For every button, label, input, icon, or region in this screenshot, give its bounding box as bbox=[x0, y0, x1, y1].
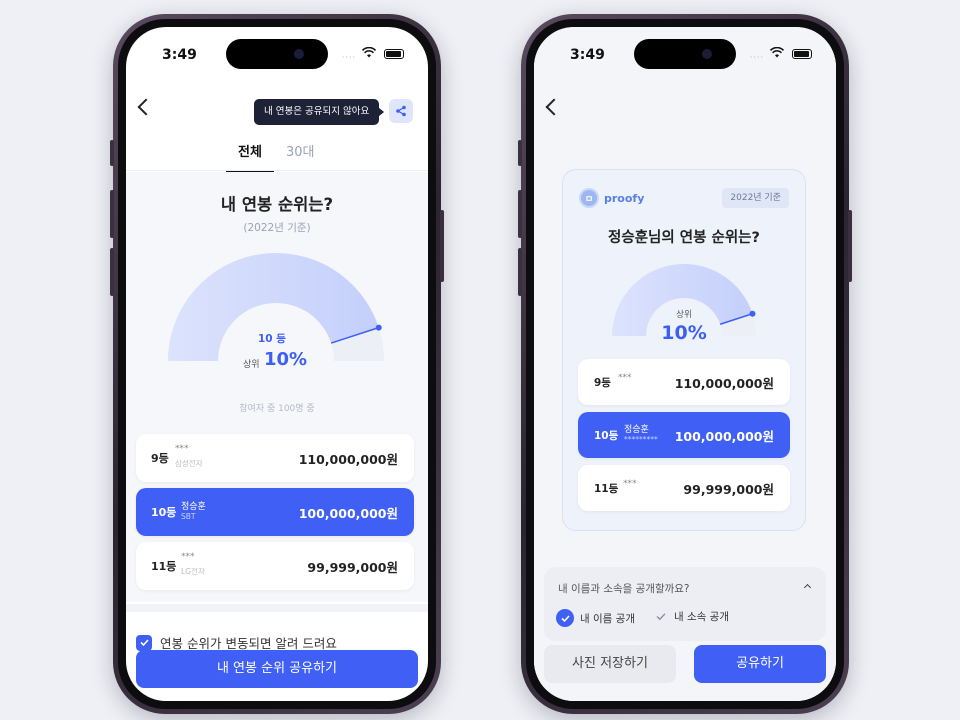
tab-30s[interactable]: 30대 bbox=[286, 141, 315, 160]
rank-name: 정승훈 bbox=[181, 502, 206, 512]
rank-amount: 99,999,000원 bbox=[683, 482, 774, 497]
status-bar: 3:49 ···· bbox=[534, 27, 836, 75]
rank-row-10: 10등 정승훈 ********* 100,000,000원 bbox=[578, 412, 790, 458]
tab-bar: 전체 30대 bbox=[126, 135, 428, 173]
share-card-preview: ㅁ proofy 2022년 기준 정승훈님의 연봉 순위는? 상위 10% 9… bbox=[562, 169, 806, 531]
privacy-tooltip: 내 연봉은 공유되지 않아요 bbox=[254, 99, 385, 125]
rank-label: 11등 bbox=[594, 483, 619, 495]
rank-label: 9등 bbox=[151, 452, 169, 465]
rank-row-9: 9등 *** 삼성전자 110,000,000원 bbox=[136, 434, 414, 482]
share-button[interactable]: 공유하기 bbox=[694, 645, 826, 683]
rank-amount: 99,999,000원 bbox=[307, 560, 398, 575]
option-label: 내 소속 공개 bbox=[674, 611, 729, 623]
rank-row-10: 10등 정승훈 SBT 100,000,000원 bbox=[136, 488, 414, 536]
save-photo-button[interactable]: 사진 저장하기 bbox=[544, 645, 676, 683]
rank-label: 10등 bbox=[151, 506, 177, 519]
back-chevron-icon[interactable] bbox=[137, 98, 155, 116]
rank-company: 삼성전자 bbox=[175, 459, 203, 468]
proofy-logo-icon: ㅁ bbox=[579, 188, 599, 208]
wifi-icon bbox=[770, 47, 784, 58]
signal-icon: ···· bbox=[749, 53, 764, 62]
page-title: 내 연봉 순위는? bbox=[220, 195, 334, 214]
screen-left: 3:49 ···· 내 연봉은 공유되지 않아요 전체 30대 내 연봉 순위는… bbox=[126, 27, 428, 701]
share-rank-button[interactable]: 내 연봉 순위 공유하기 bbox=[136, 650, 418, 688]
rank-amount: 100,000,000원 bbox=[674, 429, 774, 444]
rank-row-9: 9등 *** 110,000,000원 bbox=[578, 359, 790, 405]
card-title: 정승훈님의 연봉 순위는? bbox=[608, 230, 760, 246]
phone-left: 3:49 ···· 내 연봉은 공유되지 않아요 전체 30대 내 연봉 순위는… bbox=[110, 14, 444, 714]
rank-amount: 110,000,000원 bbox=[674, 376, 774, 391]
year-badge: 2022년 기준 bbox=[722, 188, 789, 208]
dynamic-island bbox=[226, 39, 328, 69]
checkbox-icon[interactable] bbox=[136, 634, 152, 651]
gauge-percent: 10% bbox=[661, 322, 707, 344]
logo-text: proofy bbox=[604, 191, 645, 205]
rank-name: *** bbox=[181, 552, 195, 562]
gauge-top-label: 상위 bbox=[243, 360, 260, 370]
status-time: 3:49 bbox=[570, 47, 605, 63]
signal-icon: ···· bbox=[341, 53, 356, 62]
gauge-percent: 10% bbox=[264, 349, 308, 370]
battery-icon bbox=[792, 49, 812, 59]
ranking-section bbox=[126, 172, 428, 602]
rank-amount: 110,000,000원 bbox=[298, 452, 398, 467]
privacy-options-panel: 내 이름과 소속을 공개할까요? 내 이름 공개 내 소속 공개 bbox=[544, 567, 826, 641]
dynamic-island bbox=[634, 39, 736, 69]
section-divider bbox=[126, 604, 428, 612]
rank-row-11: 11등 *** 99,999,000원 bbox=[578, 465, 790, 511]
share-question: 내 이름과 소속을 공개할까요? bbox=[558, 583, 690, 595]
share-icon bbox=[396, 105, 406, 117]
status-time: 3:49 bbox=[162, 47, 197, 63]
gauge-rank-label: 10 등 bbox=[258, 333, 286, 345]
rank-company: ********* bbox=[624, 435, 658, 444]
rank-name: *** bbox=[618, 373, 632, 383]
battery-icon bbox=[384, 49, 404, 59]
page-subtitle: (2022년 기준) bbox=[243, 222, 311, 234]
rank-name: 정승훈 bbox=[624, 425, 649, 435]
chevron-up-icon[interactable] bbox=[803, 583, 812, 592]
rank-label: 10등 bbox=[594, 430, 619, 442]
check-circle-icon[interactable] bbox=[556, 609, 574, 627]
rank-label: 11등 bbox=[151, 560, 177, 573]
participants-text: 참여자 중 100명 중 bbox=[239, 404, 315, 414]
tab-all[interactable]: 전체 bbox=[226, 141, 274, 173]
option-company-public[interactable]: 내 소속 공개 bbox=[654, 609, 729, 624]
rank-company: LG전자 bbox=[181, 567, 205, 576]
gauge-marker-dot bbox=[375, 324, 382, 331]
gauge-top-label: 상위 bbox=[676, 310, 692, 320]
status-bar: 3:49 ···· bbox=[126, 27, 428, 75]
option-name-public[interactable]: 내 이름 공개 bbox=[556, 609, 635, 627]
proofy-logo: ㅁ proofy bbox=[579, 188, 644, 208]
rank-company: SBT bbox=[181, 512, 196, 521]
option-label: 내 이름 공개 bbox=[580, 612, 635, 625]
screen-right: 3:49 ···· ㅁ proofy 2022년 기준 정승훈님의 연봉 순위는… bbox=[534, 27, 836, 701]
rank-amount: 100,000,000원 bbox=[298, 506, 398, 521]
share-button[interactable] bbox=[389, 99, 413, 123]
rank-name: *** bbox=[623, 479, 637, 489]
check-icon[interactable] bbox=[654, 612, 668, 621]
rank-label: 9등 bbox=[594, 377, 611, 389]
wifi-icon bbox=[362, 47, 376, 58]
rank-row-11: 11등 *** LG전자 99,999,000원 bbox=[136, 542, 414, 590]
rank-name: *** bbox=[175, 444, 189, 454]
phone-right: 3:49 ···· ㅁ proofy 2022년 기준 정승훈님의 연봉 순위는… bbox=[518, 14, 852, 714]
